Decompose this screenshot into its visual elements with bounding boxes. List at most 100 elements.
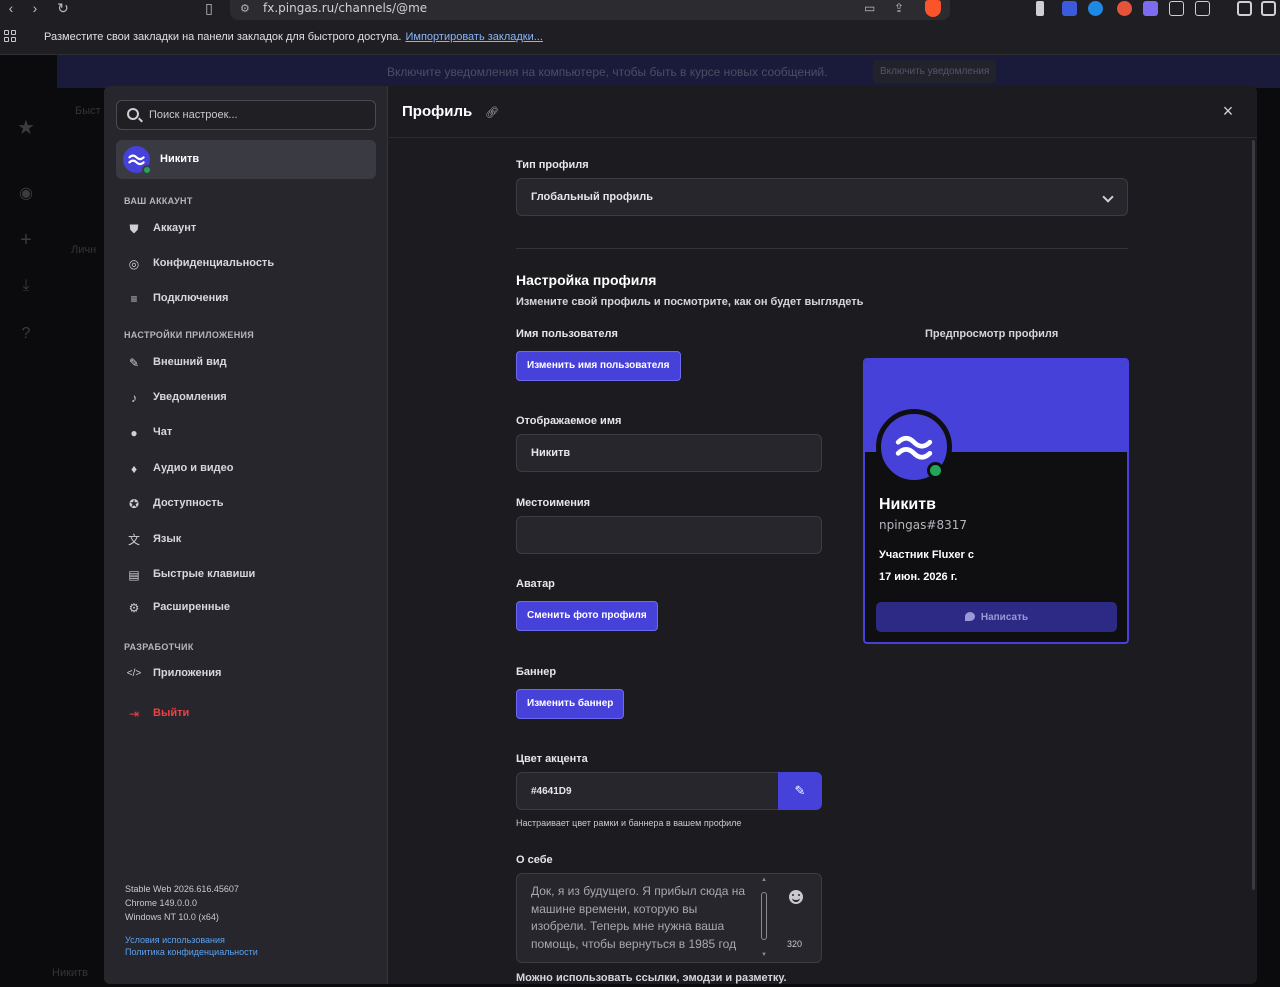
sidebar-item-label: Конфиденциальность	[153, 257, 275, 269]
pronouns-label: Местоимения	[516, 497, 591, 509]
preview-message-label: Написать	[980, 611, 1029, 623]
sidebar-item-connections[interactable]: ≡ Подключения	[116, 284, 376, 314]
sidebar-item-label: Чат	[153, 426, 173, 438]
brave-shields-icon[interactable]	[925, 0, 941, 17]
profile-type-value: Глобальный профиль	[531, 191, 653, 203]
sidebar-item-appearance[interactable]: ✎ Внешний вид	[116, 348, 376, 378]
about-textarea[interactable]: Док, я из будущего. Я прибыл сюда на маш…	[516, 873, 822, 963]
import-bookmarks-link[interactable]: Импортировать закладки...	[405, 31, 542, 43]
sidebar-item-label: Внешний вид	[153, 356, 227, 368]
divider	[516, 248, 1128, 249]
sidebar-item-applications[interactable]: </> Приложения	[116, 659, 376, 689]
sidebar-item-advanced[interactable]: ⚙ Расширенные	[116, 593, 376, 623]
eye-off-icon: ◎	[128, 257, 140, 271]
sidebar-item-label: Подключения	[153, 292, 229, 304]
site-settings-icon[interactable]: ⚙	[240, 2, 250, 15]
help-icon[interactable]: ?	[14, 325, 38, 343]
extension-purple-icon[interactable]	[1143, 1, 1158, 16]
back-icon[interactable]: ‹	[2, 0, 20, 18]
browser-toolbar: ‹ › ↻ ▯ ⚙ fx.pingas.ru/channels/@me ▭ ⇪	[0, 0, 1280, 20]
sidebar-item-language[interactable]: 文 Язык	[116, 525, 376, 555]
sidebar-item-notifications[interactable]: ♪ Уведомления	[116, 383, 376, 413]
version-line: Stable Web 2026.616.45607	[125, 884, 239, 894]
profile-type-select[interactable]: Глобальный профиль	[516, 178, 1128, 216]
preview-message-button[interactable]: Написать	[876, 602, 1117, 632]
banner-label: Баннер	[516, 666, 557, 678]
search-input[interactable]	[149, 107, 369, 123]
cast-icon[interactable]: ▭	[864, 1, 875, 15]
logout-button[interactable]: ⇥ Выйти	[116, 699, 376, 729]
wave-logo-icon	[895, 435, 933, 460]
version-line: Windows NT 10.0 (x64)	[125, 912, 219, 922]
address-bar[interactable]: ⚙ fx.pingas.ru/channels/@me ▭ ⇪	[230, 0, 950, 20]
sidebar-item-keybinds[interactable]: ▤ Быстрые клавиши	[116, 560, 376, 590]
content-header: Профиль 🔗︎ ×	[389, 86, 1257, 138]
translate-icon: 文	[127, 533, 140, 547]
textarea-scrollbar[interactable]	[760, 884, 768, 954]
ghost-personal-text: Личн	[71, 244, 97, 256]
sidebar-item-label: Быстрые клавиши	[153, 568, 256, 580]
bookmarks-prompt: Разместите свои закладки на панели закла…	[44, 31, 543, 43]
change-banner-button[interactable]: Изменить баннер	[516, 689, 625, 719]
preview-user-tag: npingas#8317	[879, 518, 967, 532]
scroll-up-icon[interactable]: ▲	[761, 877, 767, 883]
close-button[interactable]: ×	[1219, 102, 1237, 120]
sidebar-item-label: Приложения	[153, 667, 222, 679]
avatar-label: Аватар	[516, 578, 555, 590]
accent-color-field[interactable]	[516, 772, 779, 810]
star-icon[interactable]: ★	[14, 115, 38, 140]
display-name-label: Отображаемое имя	[516, 415, 622, 427]
apps-icon[interactable]	[4, 30, 18, 44]
sidebar-item-label: Аккаунт	[153, 222, 197, 234]
extension-blue-icon[interactable]	[1088, 1, 1103, 16]
scroll-down-icon[interactable]: ▼	[761, 952, 767, 958]
logout-icon: ⇥	[128, 707, 140, 721]
search-icon	[127, 108, 139, 120]
sidebar-item-chat[interactable]: ● Чат	[116, 418, 376, 448]
sidebar-item-accessibility[interactable]: ✪ Доступность	[116, 489, 376, 519]
scroll-thumb[interactable]	[761, 892, 767, 940]
eyedropper-icon[interactable]: ✎	[778, 772, 822, 810]
preview-display-name: Никитв	[879, 496, 936, 513]
section-title-developer: Разработчик	[124, 642, 194, 652]
menu-icon[interactable]	[1261, 1, 1276, 16]
logout-label: Выйти	[153, 707, 190, 719]
about-text[interactable]: Док, я из будущего. Я прибыл сюда на маш…	[531, 883, 751, 953]
emoji-icon[interactable]	[789, 890, 803, 904]
preview-member-since-label: Участник Fluxer с	[879, 549, 975, 561]
enable-notifications-button[interactable]: Включить уведомления	[873, 60, 997, 83]
sidebar-user-card[interactable]: Никитв	[116, 140, 376, 179]
extension-red-icon[interactable]	[1117, 1, 1132, 16]
change-username-button[interactable]: Изменить имя пользователя	[516, 351, 681, 381]
compass-icon[interactable]: ◉	[14, 183, 38, 203]
sidebar-item-audio-video[interactable]: ♦ Аудио и видео	[116, 454, 376, 484]
section-heading: Настройка профиля	[516, 272, 657, 288]
download-icon[interactable]: ⤓	[14, 277, 38, 295]
bookmark-icon[interactable]: ▯	[200, 0, 218, 18]
reload-icon[interactable]: ↻	[54, 0, 72, 18]
privacy-policy-link[interactable]: Политика конфиденциальности	[125, 946, 258, 958]
change-avatar-button[interactable]: Сменить фото профиля	[516, 601, 658, 631]
terms-link[interactable]: Условия использования	[125, 934, 258, 946]
accent-color-label: Цвет акцента	[516, 753, 588, 765]
share-icon[interactable]: ⇪	[894, 1, 904, 15]
sidebar-item-privacy[interactable]: ◎ Конфиденциальность	[116, 249, 376, 279]
notification-text: Включите уведомления на компьютере, чтоб…	[387, 65, 828, 79]
extensions-puzzle-icon[interactable]	[1169, 1, 1184, 16]
url-text[interactable]: fx.pingas.ru/channels/@me	[263, 1, 427, 15]
sidebar-item-label: Язык	[153, 533, 182, 545]
sidebar-item-label: Доступность	[153, 497, 224, 509]
add-server-icon[interactable]: +	[14, 229, 38, 252]
pronouns-field[interactable]	[516, 516, 822, 554]
online-status-dot	[142, 165, 152, 175]
extension-icon[interactable]	[1036, 1, 1044, 16]
sidebar-item-account[interactable]: ⛊ Аккаунт	[116, 214, 376, 244]
extension-box-icon[interactable]	[1195, 1, 1210, 16]
sidebar-toggle-icon[interactable]	[1237, 1, 1252, 16]
bitwarden-icon[interactable]	[1062, 1, 1077, 16]
settings-search[interactable]	[116, 100, 376, 130]
link-icon[interactable]: 🔗︎	[485, 106, 499, 119]
forward-icon[interactable]: ›	[26, 0, 44, 18]
content-scrollbar[interactable]	[1252, 140, 1255, 890]
display-name-field[interactable]	[516, 434, 822, 472]
